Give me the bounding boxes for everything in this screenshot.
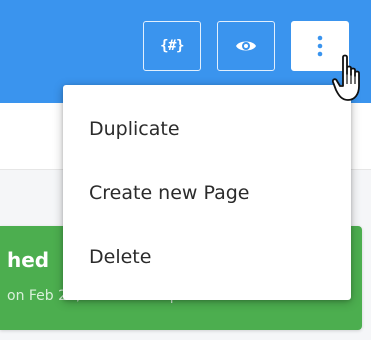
preview-button[interactable] <box>217 21 275 71</box>
variables-button[interactable]: {#} <box>143 21 201 71</box>
hand-pointer-cursor-icon <box>332 54 360 101</box>
card-title: hed <box>7 248 50 272</box>
menu-item-create-new-page[interactable]: Create new Page <box>63 165 351 221</box>
menu-item-delete[interactable]: Delete <box>63 229 351 285</box>
eye-icon <box>236 41 256 51</box>
vertical-dots-icon <box>317 35 323 57</box>
menu-item-duplicate[interactable]: Duplicate <box>63 101 351 157</box>
options-dropdown-menu: Duplicate Create new Page Delete <box>63 85 351 300</box>
variables-icon: {#} <box>160 38 184 54</box>
